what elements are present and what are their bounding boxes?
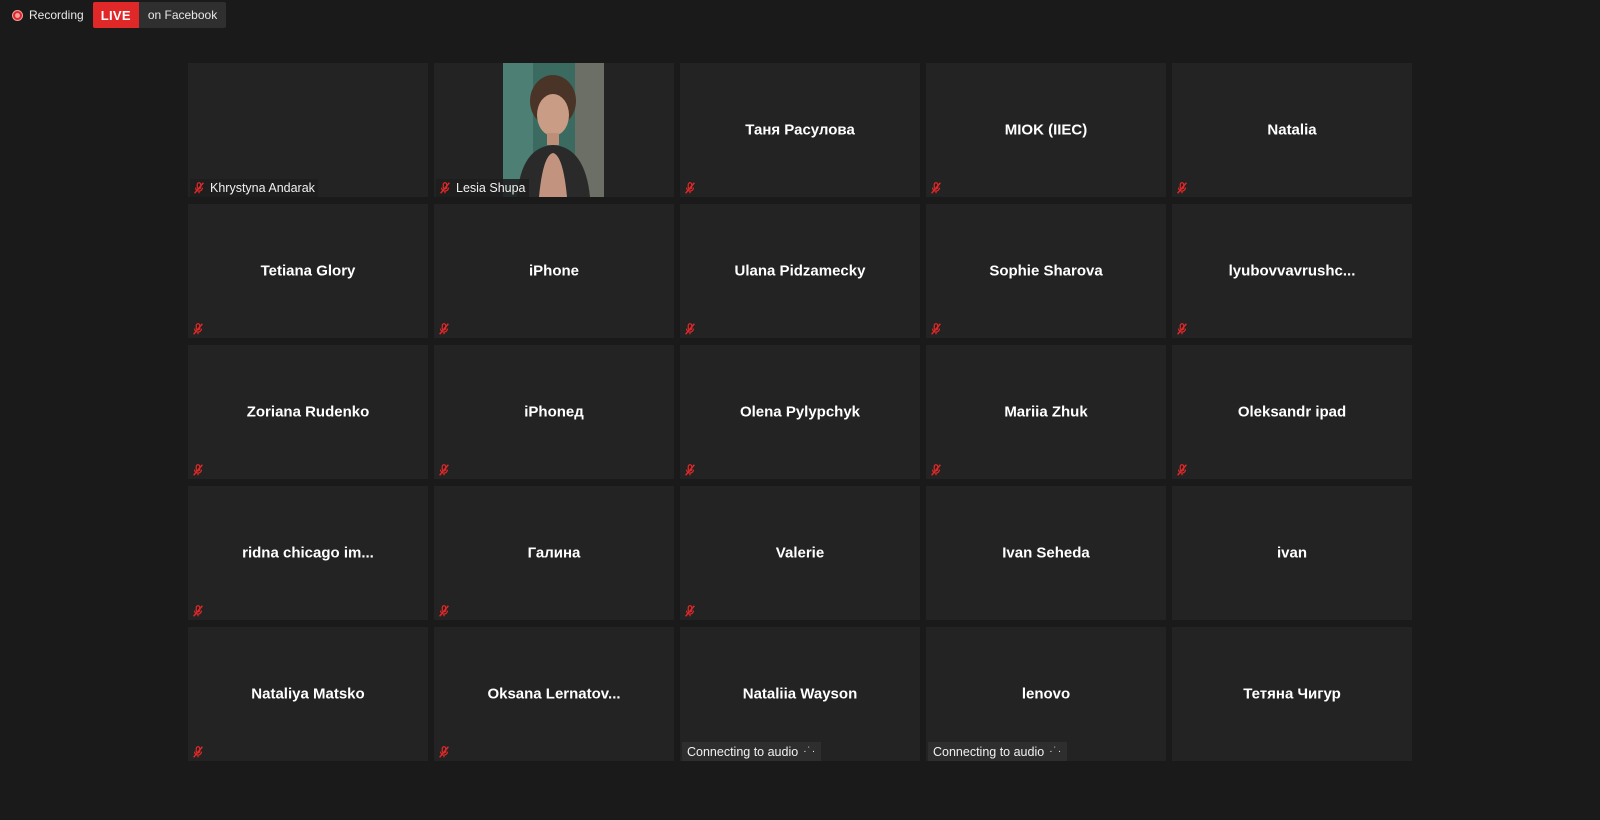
recording-indicator[interactable]: Recording [12,8,84,22]
participant-tile[interactable]: ivan [1172,486,1412,620]
participant-name: Ulana Pidzamecky [734,262,866,280]
participant-tile[interactable]: Olena Pylypchyk [680,345,920,479]
recording-label: Recording [29,8,84,22]
participant-name: Таня Расулова [745,121,855,139]
mic-muted-icon [683,604,697,618]
participant-name: Oksana Lernatov... [487,685,621,703]
participant-name: Lesia Shupa [456,181,526,195]
participant-name: Oleksandr ipad [1237,403,1347,421]
participant-name-label: Lesia Shupa [436,179,529,197]
mic-muted-icon [683,181,697,195]
participant-tile[interactable]: Khrystyna Andarak [188,63,428,197]
mic-muted-icon [191,745,205,759]
mic-muted-icon [1175,181,1189,195]
participant-name: Nataliia Wayson [742,685,858,703]
participant-tile[interactable]: MIOK (IIEC) [926,63,1166,197]
live-stream-indicator[interactable]: LIVE on Facebook [92,2,227,28]
connecting-dots-icon: ·˙· [803,746,817,757]
connecting-dots-icon: ·˙· [1049,746,1063,757]
mic-muted-icon [929,322,943,336]
mic-muted-icon [1175,463,1189,477]
participant-tile[interactable]: iPhone [434,204,674,338]
participant-name: Khrystyna Andarak [210,181,315,195]
participant-tile[interactable]: lyubovvavrushc... [1172,204,1412,338]
mic-muted-icon [191,604,205,618]
participant-name: Zoriana Rudenko [246,403,370,421]
audio-status-text: Connecting to audio [933,744,1045,759]
live-platform-label: on Facebook [138,2,227,28]
participant-gallery: Khrystyna Andarak Lesia Shupa Таня Расулов… [188,63,1412,761]
participant-name: Olena Pylypchyk [739,403,861,421]
participant-tile[interactable]: Mariia Zhuk [926,345,1166,479]
participant-tile[interactable]: Тетяна Чигур [1172,627,1412,761]
participant-name: ivan [1276,544,1307,562]
participant-name-label: Khrystyna Andarak [190,179,318,197]
participant-video [503,63,604,197]
audio-status-text: Connecting to audio [687,744,799,759]
mic-muted-icon [437,745,451,759]
participant-tile[interactable]: Oksana Lernatov... [434,627,674,761]
participant-tile[interactable]: Lesia Shupa [434,63,674,197]
recording-bar: Recording LIVE on Facebook [12,2,227,28]
participant-tile[interactable]: Ivan Seheda [926,486,1166,620]
participant-name: Sophie Sharova [989,262,1103,280]
participant-name: Valerie [775,544,825,562]
mic-muted-icon [929,463,943,477]
participant-name: lenovo [1021,685,1071,703]
participant-name: Natalia [1267,121,1317,139]
mic-muted-icon [683,322,697,336]
participant-tile[interactable]: Natalia [1172,63,1412,197]
mic-muted-icon [437,604,451,618]
participant-tile[interactable]: Таня Расулова [680,63,920,197]
participant-name: lyubovvavrushc... [1228,262,1356,280]
audio-status: Connecting to audio ·˙· [928,742,1068,761]
participant-tile[interactable]: Oleksandr ipad [1172,345,1412,479]
participant-tile[interactable]: lenovo Connecting to audio ·˙· [926,627,1166,761]
participant-tile[interactable]: Tetiana Glory [188,204,428,338]
participant-tile[interactable]: Nataliia Wayson Connecting to audio ·˙· [680,627,920,761]
participant-name: Tetiana Glory [260,262,356,280]
participant-name: MIOK (IIEC) [1004,121,1088,139]
mic-muted-icon [437,322,451,336]
participant-tile[interactable]: Nataliya Matsko [188,627,428,761]
mic-muted-icon [191,322,205,336]
recording-dot-icon [12,9,23,21]
participant-name: iPhone [528,262,579,280]
participant-name: Nataliya Matsko [251,685,365,703]
participant-name: Ivan Seheda [1002,544,1090,562]
participant-tile[interactable]: Sophie Sharova [926,204,1166,338]
participant-tile[interactable]: Галина [434,486,674,620]
mic-muted-icon [192,181,206,195]
participant-name: ridna chicago im... [242,544,374,562]
participant-tile[interactable]: Ulana Pidzamecky [680,204,920,338]
mic-muted-icon [1175,322,1189,336]
participant-tile[interactable]: Zoriana Rudenko [188,345,428,479]
participant-name: Тетяна Чигур [1243,685,1341,703]
mic-muted-icon [437,463,451,477]
mic-muted-icon [929,181,943,195]
mic-muted-icon [191,463,205,477]
participant-name: Mariia Zhuk [1004,403,1088,421]
mic-muted-icon [438,181,452,195]
live-badge: LIVE [92,2,139,28]
mic-muted-icon [683,463,697,477]
participant-tile[interactable]: ridna chicago im... [188,486,428,620]
participant-name: Галина [527,544,581,562]
participant-name: iPhoneд [524,403,584,421]
audio-status: Connecting to audio ·˙· [682,742,822,761]
participant-tile[interactable]: Valerie [680,486,920,620]
participant-tile[interactable]: iPhoneд [434,345,674,479]
